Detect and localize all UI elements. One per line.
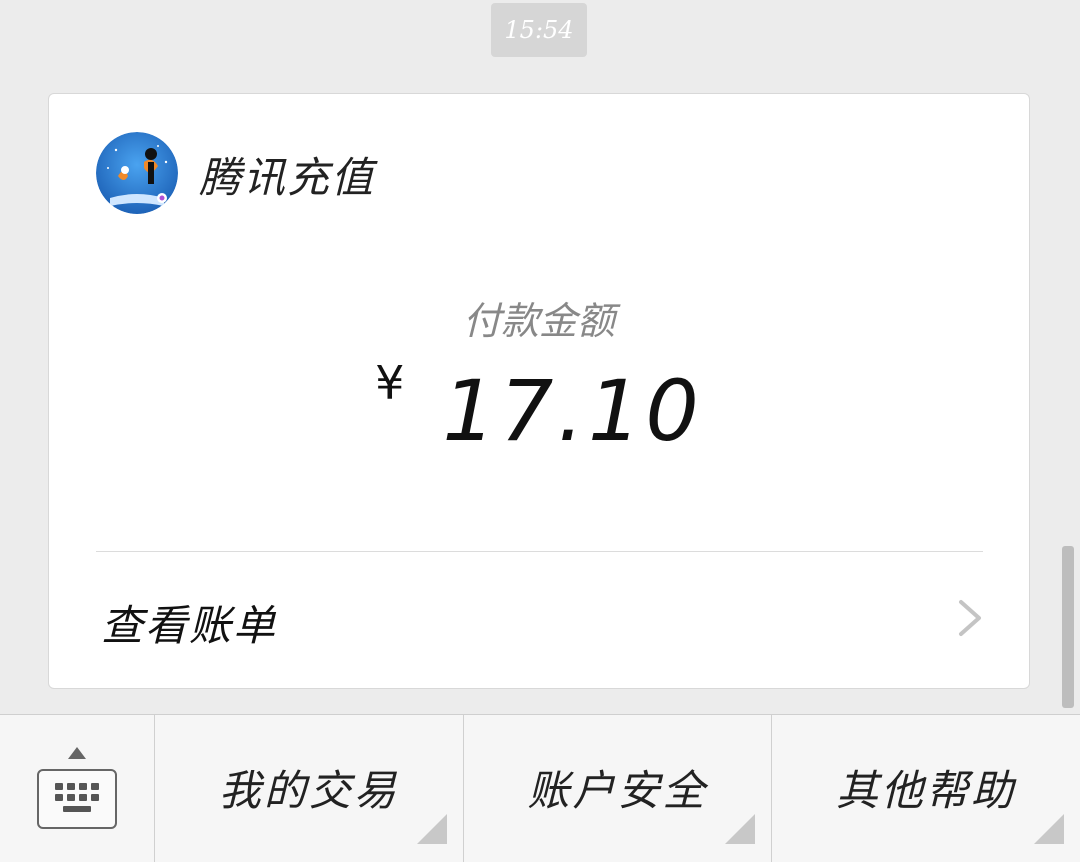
menu-other-help[interactable]: 其他帮助 [772,715,1080,862]
caret-up-icon [68,747,86,759]
menu-label: 我的交易 [218,766,399,815]
payment-card: 腾讯充值 付款金额 ¥ 17.10 查看账单 [48,93,1030,689]
submenu-indicator-icon [725,814,756,844]
menu-label: 其他帮助 [836,766,1017,815]
keyboard-toggle-button[interactable] [0,715,155,862]
scrollbar[interactable] [1062,546,1074,708]
merchant-name: 腾讯充值 [199,153,376,202]
amount-label: 付款金额 [462,299,615,343]
menu-my-transactions[interactable]: 我的交易 [155,715,464,862]
amount-display: ¥ 17.10 [49,356,1029,460]
chevron-right-icon [959,600,981,636]
view-bill-label: 查看账单 [101,601,278,650]
keyboard-icon [37,769,117,829]
bottom-menu-bar: 我的交易 账户安全 其他帮助 [0,714,1080,862]
submenu-indicator-icon [416,814,447,844]
currency-symbol: ¥ [375,356,405,410]
view-bill-row[interactable]: 查看账单 [49,552,1029,688]
menu-account-security[interactable]: 账户安全 [464,715,773,862]
merchant-avatar[interactable] [96,132,178,214]
submenu-indicator-icon [1034,814,1065,844]
menu-label: 账户安全 [527,766,708,815]
message-timestamp: 15:54 [491,3,587,57]
avatar-illustration [96,132,178,214]
payment-amount: 17.10 [442,362,703,460]
